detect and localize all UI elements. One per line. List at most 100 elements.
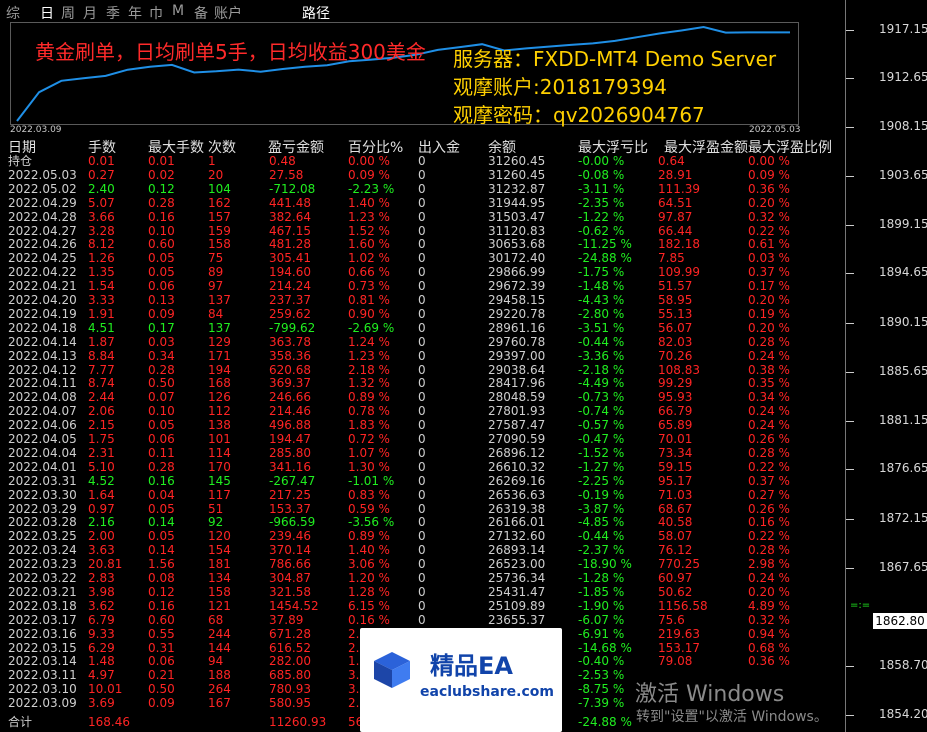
cell-mfep: 0.16 %	[748, 515, 790, 530]
period-button[interactable]: 账户	[214, 3, 242, 23]
table-row[interactable]: 2022.04.11 8.74 0.50 168 369.37 1.32 % 0 28417.…	[0, 377, 845, 390]
table-row[interactable]: 2022.03.21 3.98 0.12 158 321.58 1.28 % 0 25431.…	[0, 585, 845, 599]
period-toolbar: 综日周月季年巾 M 备账户	[0, 0, 845, 22]
table-row[interactable]: 2022.04.19 1.91 0.09 84 259.62 0.90 % 0 29220.7…	[0, 306, 845, 321]
table-row[interactable]: 2022.04.06 2.15 0.05 138 496.88 1.83 % 0 27587.…	[0, 419, 845, 432]
cell-count: 244	[208, 626, 231, 641]
cell-count: 167	[208, 696, 231, 711]
table-row[interactable]: 2022.04.01 5.10 0.28 170 341.16 1.30 % 0 26610.…	[0, 459, 845, 474]
table-row[interactable]: 2022.04.04 2.31 0.11 114 285.80 1.07 % 0 26896.…	[0, 445, 845, 460]
cell-pnl: 27.58	[269, 167, 304, 182]
cell-mdd: -1.52 %	[578, 445, 625, 460]
watermark-title: 精品EA	[430, 652, 513, 680]
table-row[interactable]: 2022.04.05 1.75 0.06 101 194.47 0.72 % 0 27090.…	[0, 433, 845, 446]
table-row[interactable]: 2022.03.28 2.16 0.14 92 -966.59 -3.56 % 0 26166…	[0, 516, 845, 529]
cell-dep: 0	[418, 320, 426, 335]
cell-pnl: 304.87	[269, 571, 311, 585]
cell-mfep: 2.98 %	[748, 557, 790, 572]
cell-count: 145	[208, 473, 231, 488]
cell-date: 2022.04.04	[8, 445, 77, 460]
table-row[interactable]: 2022.03.18 3.62 0.16 121 1454.52 6.15 % 0 25109…	[0, 599, 845, 613]
price-label: 1867.65	[879, 560, 927, 574]
cell-bal: 29672.39	[488, 279, 546, 294]
cell-maxlots: 0.13	[148, 293, 175, 307]
cell-lots: 8.74	[88, 376, 115, 391]
cell-dep: 0	[418, 334, 426, 349]
cell-mfe: 73.34	[658, 445, 693, 460]
table-row[interactable]: 2022.04.26 8.12 0.60 158 481.28 1.60 % 0 30653.…	[0, 238, 845, 251]
table-row[interactable]: 2022.04.18 4.51 0.17 137 -799.62 -2.69 % 0 2896…	[0, 320, 845, 335]
price-tick	[846, 323, 854, 324]
table-row[interactable]: 2022.03.23 20.81 1.56 181 786.66 3.06 % 0 26523…	[0, 558, 845, 571]
table-row[interactable]: 2022.04.28 3.66 0.16 157 382.64 1.23 % 0 31503.…	[0, 210, 845, 224]
period-button[interactable]: 季	[106, 3, 120, 23]
cell-mfe: 111.39	[658, 181, 700, 196]
table-row[interactable]: 2022.04.12 7.77 0.28 194 620.68 2.18 % 0 29038.…	[0, 363, 845, 377]
cell-mdd: -4.85 %	[578, 515, 625, 530]
cell-count: 112	[208, 404, 231, 419]
table-row[interactable]: 2022.05.02 2.40 0.12 104 -712.08 -2.23 % 0 3123…	[0, 181, 845, 196]
cell-bal: 25736.34	[488, 571, 546, 585]
table-row[interactable]: 2022.04.25 1.26 0.05 75 305.41 1.02 % 0 30172.4…	[0, 252, 845, 265]
cell-mdd: -2.53 %	[578, 668, 625, 683]
table-row[interactable]: 2022.05.03 0.27 0.02 20 27.58 0.09 % 0 31260.45…	[0, 167, 845, 182]
cell-date: 2022.05.02	[8, 181, 77, 196]
cell-date: 2022.03.23	[8, 557, 77, 572]
cell-mfep: 0.19 %	[748, 306, 790, 321]
table-row[interactable]: 持仓 0.01 0.01 1 0.48 0.00 % 0 31260.45 -0.00 % 0.6…	[0, 155, 845, 168]
table-row[interactable]: 2022.04.08 2.44 0.07 126 246.66 0.89 % 0 28048.…	[0, 391, 845, 404]
cell-mfep: 0.24 %	[748, 348, 790, 363]
cell-pct: 0.16 %	[348, 612, 390, 627]
table-row[interactable]: 2022.04.07 2.06 0.10 112 214.46 0.78 % 0 27801.…	[0, 405, 845, 418]
table-row[interactable]: 2022.03.30 1.64 0.04 117 217.25 0.83 % 0 26536.…	[0, 487, 845, 502]
table-row[interactable]: 2022.03.22 2.83 0.08 134 304.87 1.20 % 0 25736.…	[0, 572, 845, 585]
period-button[interactable]: 综	[6, 3, 20, 23]
cell-mfe: 51.57	[658, 279, 693, 294]
cell-maxlots: 0.28	[148, 459, 175, 474]
cell-pnl: 246.66	[269, 390, 311, 405]
cell-count: 117	[208, 487, 231, 502]
table-row[interactable]: 2022.04.13 8.84 0.34 171 358.36 1.23 % 0 29397.…	[0, 348, 845, 363]
cell-mfep: 0.28 %	[748, 334, 790, 349]
cell-lots: 2.83	[88, 571, 115, 585]
price-tick	[846, 30, 854, 31]
cell-dep: 0	[418, 404, 426, 419]
cell-mfep: 0.94 %	[748, 626, 790, 641]
period-button[interactable]: 周	[61, 3, 75, 23]
cell-mfep: 0.22 %	[748, 459, 790, 474]
period-button[interactable]: 年	[128, 3, 142, 23]
cell-mfe: 153.17	[658, 640, 700, 655]
price-label: 1899.15	[879, 217, 927, 231]
cell-count: 181	[208, 557, 231, 572]
cell-pct: 1.24 %	[348, 334, 390, 349]
cell-pnl: 341.16	[269, 459, 311, 474]
table-row[interactable]: 2022.03.31 4.52 0.16 145 -267.47 -1.01 % 0 2626…	[0, 473, 845, 488]
cell-bal: 31120.83	[488, 223, 546, 238]
cell-pnl: 780.93	[269, 682, 311, 697]
path-label[interactable]: 路径	[302, 3, 330, 23]
cell-count: 104	[208, 181, 231, 196]
period-button[interactable]: 月	[83, 3, 97, 23]
period-button[interactable]: 日	[40, 3, 54, 23]
cell-count: 92	[208, 515, 224, 530]
table-row[interactable]: 2022.03.24 3.63 0.14 154 370.14 1.40 % 0 26893.…	[0, 544, 845, 557]
table-row[interactable]: 2022.03.25 2.00 0.05 120 239.46 0.89 % 0 27132.…	[0, 530, 845, 543]
table-row[interactable]: 2022.04.21 1.54 0.06 97 214.24 0.73 % 0 29672.3…	[0, 280, 845, 293]
period-button[interactable]: 巾	[149, 3, 163, 23]
cell-count: 138	[208, 418, 231, 433]
period-button[interactable]: 备	[194, 3, 208, 23]
cell-dep: 0	[418, 529, 426, 544]
table-row[interactable]: 2022.04.14 1.87 0.03 129 363.78 1.24 % 0 29760.…	[0, 334, 845, 349]
cell-pnl: 239.46	[269, 529, 311, 544]
table-row[interactable]: 2022.03.29 0.97 0.05 51 153.37 0.59 % 0 26319.3…	[0, 502, 845, 516]
table-row[interactable]: 2022.04.20 3.33 0.13 137 237.37 0.81 % 0 29458.…	[0, 294, 845, 307]
cell-date: 2022.04.18	[8, 320, 77, 335]
table-row[interactable]: 2022.04.27 3.28 0.10 159 467.15 1.52 % 0 31120.…	[0, 223, 845, 238]
table-row[interactable]: 2022.04.22 1.35 0.05 89 194.60 0.66 % 0 29866.9…	[0, 266, 845, 279]
cell-pnl: 370.14	[269, 543, 311, 558]
password-info: 观摩密码：qv2026904767	[453, 103, 705, 127]
table-row[interactable]: 2022.04.29 5.07 0.28 162 441.48 1.40 % 0 31944.…	[0, 196, 845, 210]
period-button[interactable]: M	[172, 3, 184, 19]
table-row[interactable]: 2022.03.17 6.79 0.60 68 37.89 0.16 % 0 23655.37…	[0, 612, 845, 627]
cell-date: 2022.04.07	[8, 404, 77, 419]
